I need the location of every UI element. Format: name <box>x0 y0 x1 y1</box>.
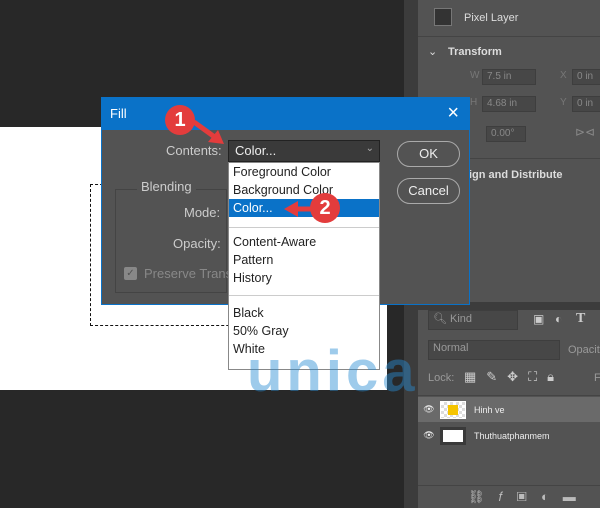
layers-footer-icons[interactable]: ⛓𝑓▣◐▬ <box>418 485 600 508</box>
w-label: W <box>470 70 480 81</box>
ok-button[interactable]: OK <box>397 141 460 167</box>
preserve-label: Preserve Trans <box>144 266 233 281</box>
x-label: X <box>560 70 567 81</box>
chevron-down-icon: ⌄ <box>365 143 374 154</box>
arrow-1-icon <box>192 119 224 144</box>
layer-thumbnail <box>440 400 466 419</box>
preserve-checkbox[interactable]: ✓ <box>124 267 137 280</box>
layer-name: Hinh ve <box>474 404 505 415</box>
align-distribute-heading: Align and Distribute <box>458 169 563 181</box>
blend-mode-select[interactable]: Normal <box>428 340 560 360</box>
y-field[interactable]: 0 in <box>572 96 600 112</box>
height-field[interactable]: 4.68 in <box>482 96 536 112</box>
fill-label: Fi <box>594 372 600 384</box>
layer-row[interactable]: 👁︎ Hinh ve <box>418 397 600 422</box>
mode-label: Mode: <box>184 205 221 220</box>
layer-name: Thuthuatphanmem <box>474 430 550 441</box>
eye-icon[interactable]: 👁︎ <box>418 404 440 415</box>
flip-horizontal-icon[interactable]: ⊳⊲ <box>575 125 595 139</box>
dialog-title: Fill <box>102 98 469 130</box>
watermark-logo: unica <box>247 339 419 404</box>
adjustment-filter-icon[interactable]: ◐ <box>555 312 562 326</box>
option-background-color[interactable]: Background Color <box>229 181 379 199</box>
cancel-button[interactable]: Cancel <box>397 178 460 204</box>
option-pattern[interactable]: Pattern <box>229 251 379 269</box>
close-icon[interactable]: × <box>447 102 459 125</box>
layer-kind-filter[interactable]: 🔍︎ Kind <box>428 310 518 330</box>
step-2-badge: 2 <box>310 193 340 223</box>
lock-label: Lock: <box>428 372 455 384</box>
x-field[interactable]: 0 in <box>572 69 600 85</box>
layer-row[interactable]: 👁︎ Thuthuatphanmem <box>418 423 600 448</box>
h-label: H <box>470 97 478 108</box>
option-history[interactable]: History <box>229 269 379 287</box>
blending-heading: Blending <box>137 179 196 194</box>
image-filter-icon[interactable]: ▣ <box>533 312 544 326</box>
pixel-layer-icon <box>434 8 452 26</box>
option-content-aware[interactable]: Content-Aware <box>229 233 379 251</box>
lock-icons[interactable]: ▦✎✥⛶🔒︎ <box>464 369 564 385</box>
transform-heading: Transform <box>448 46 502 58</box>
opacity-label: Opacity <box>568 344 600 356</box>
option-black[interactable]: Black <box>229 304 379 322</box>
properties-header: Pixel Layer <box>464 12 519 24</box>
type-filter-icon[interactable]: T <box>576 311 585 327</box>
chevron-down-icon[interactable]: ⌄ <box>428 45 437 58</box>
contents-value: Color... <box>235 143 277 158</box>
contents-select[interactable]: Color... ⌄ <box>228 140 380 162</box>
eye-icon[interactable]: 👁︎ <box>418 430 440 441</box>
y-label: Y <box>560 97 567 108</box>
layer-thumbnail <box>440 426 466 445</box>
angle-field[interactable]: 0.00° <box>486 126 526 142</box>
width-field[interactable]: 7.5 in <box>482 69 536 85</box>
option-foreground-color[interactable]: Foreground Color <box>229 163 379 181</box>
opacity-label: Opacity: <box>173 236 221 251</box>
kind-label: Kind <box>450 313 473 325</box>
